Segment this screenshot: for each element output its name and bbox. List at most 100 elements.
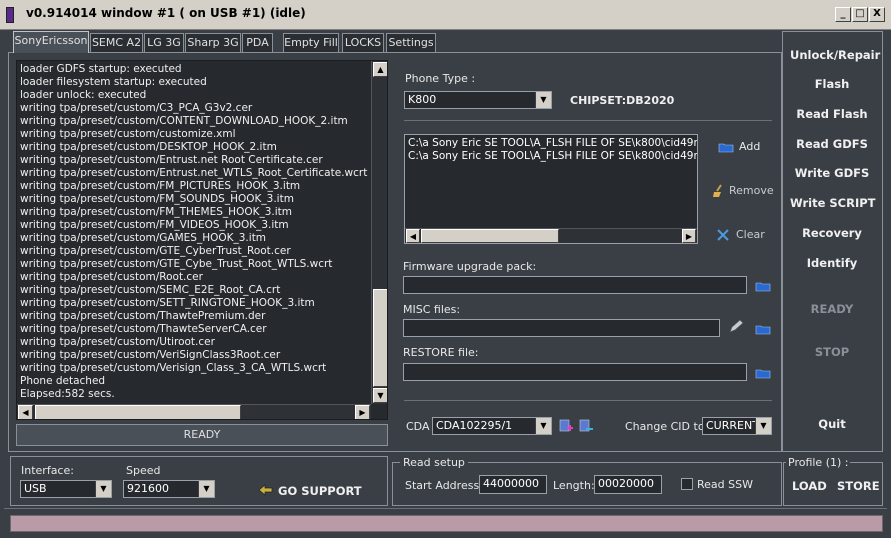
read-flash-button[interactable]: Read Flash <box>790 107 874 121</box>
write-script-button[interactable]: Write SCRIPT <box>790 196 876 210</box>
divider <box>404 400 772 401</box>
support-arrow-icon <box>258 484 273 496</box>
tab-sharp-3g[interactable]: Sharp 3G <box>185 33 241 52</box>
list-item[interactable]: C:\a Sony Eric SE TOOL\A_FLSH FILE OF SE… <box>408 137 697 149</box>
log-vscroll-thumb[interactable] <box>373 289 387 387</box>
length-input[interactable]: 00020000 <box>594 475 662 494</box>
phone-type-label: Phone Type : <box>405 72 476 85</box>
action-panel <box>782 31 883 452</box>
title-bar: v0.914014 window #1 ( on USB #1) (idle) … <box>0 0 891 30</box>
scroll-right-icon[interactable]: ▶ <box>355 405 370 419</box>
quit-button[interactable]: Quit <box>790 417 874 431</box>
chevron-down-icon[interactable]: ▼ <box>535 418 551 434</box>
chipset-label: CHIPSET:DB2020 <box>570 94 675 107</box>
log-line: writing tpa/preset/custom/GAMES_HOOK_3.i… <box>20 232 267 244</box>
speed-select[interactable]: 921600 ▼ <box>123 480 215 498</box>
cda-label: CDA <box>406 420 430 433</box>
tab-semc-a2[interactable]: SEMC A2 <box>90 33 143 52</box>
firmware-folder-icon[interactable] <box>755 280 771 292</box>
store-profile-button[interactable]: STORE <box>837 479 880 493</box>
interface-select[interactable]: USB ▼ <box>20 480 112 498</box>
flash-button[interactable]: Flash <box>790 77 874 91</box>
profile-title: Profile (1) : <box>786 456 851 469</box>
read-ssw-checkbox[interactable] <box>681 478 693 490</box>
speed-label: Speed <box>126 464 161 477</box>
change-cid-select[interactable]: CURRENT ▼ <box>702 417 772 435</box>
recovery-button[interactable]: Recovery <box>790 226 874 240</box>
read-ssw-label: Read SSW <box>697 478 753 491</box>
maximize-button[interactable]: □ <box>852 7 868 22</box>
log-line: writing tpa/preset/custom/SEMC_E2E_Root_… <box>20 284 281 296</box>
folder-open-icon <box>718 143 734 153</box>
misc-label: MISC files: <box>403 303 461 316</box>
edit-pen-icon[interactable] <box>727 319 745 335</box>
log-line: writing tpa/preset/custom/Entrust.net Ro… <box>20 154 323 166</box>
restore-folder-icon[interactable] <box>755 367 771 379</box>
log-line: writing tpa/preset/custom/FM_VIDEOS_HOOK… <box>20 219 289 231</box>
restore-label: RESTORE file: <box>403 346 479 359</box>
misc-folder-icon[interactable] <box>755 323 771 335</box>
read-gdfs-button[interactable]: Read GDFS <box>790 137 874 151</box>
firmware-label: Firmware upgrade pack: <box>403 260 537 273</box>
close-button[interactable]: X <box>869 7 885 22</box>
log-line: writing tpa/preset/custom/Entrust.net_WT… <box>20 167 368 179</box>
log-line: writing tpa/preset/custom/customize.xml <box>20 128 236 140</box>
write-gdfs-button[interactable]: Write GDFS <box>790 166 874 180</box>
tab-empty-fill[interactable]: Empty Fill <box>283 33 339 52</box>
log-line: writing tpa/preset/custom/FM_PICTURES_HO… <box>20 180 301 192</box>
log-vertical-scrollbar[interactable]: ▲ ▼ <box>371 61 387 404</box>
divider <box>4 508 887 509</box>
tab-sonyericsson[interactable]: SonyEricsson <box>13 31 89 53</box>
log-line: Phone detached <box>20 375 106 387</box>
tab-lg-3g[interactable]: LG 3G <box>144 33 184 52</box>
scroll-down-icon[interactable]: ▼ <box>373 388 387 403</box>
log-line: writing tpa/preset/custom/DESKTOP_HOOK_2… <box>20 141 277 153</box>
phone-type-select[interactable]: K800 ▼ <box>404 91 552 109</box>
unlock-repair-button[interactable]: Unlock/Repair <box>790 48 880 62</box>
scroll-left-icon[interactable]: ◀ <box>406 229 420 243</box>
chevron-down-icon[interactable]: ▼ <box>535 92 551 108</box>
log-line: loader GDFS startup: executed <box>20 63 182 75</box>
chevron-down-icon[interactable]: ▼ <box>755 418 771 434</box>
stop-button[interactable]: STOP <box>790 345 874 359</box>
length-label: Length: <box>553 479 595 492</box>
change-cid-label: Change CID to <box>625 420 705 433</box>
identify-button[interactable]: Identify <box>790 256 874 270</box>
file-list-hscroll-thumb[interactable] <box>421 229 559 243</box>
read-setup-title: Read setup <box>400 456 468 469</box>
log-line: writing tpa/preset/custom/C3_PCA_G3v2.ce… <box>20 102 253 114</box>
progress-bar <box>10 515 883 532</box>
log-horizontal-scrollbar[interactable]: ◀ ▶ <box>17 404 371 419</box>
chevron-down-icon[interactable]: ▼ <box>198 481 214 497</box>
cda-add-icon[interactable] <box>558 418 574 434</box>
scroll-left-icon[interactable]: ◀ <box>18 405 33 419</box>
misc-input[interactable] <box>403 319 720 337</box>
log-line: writing tpa/preset/custom/FM_THEMES_HOOK… <box>20 206 293 218</box>
phone-type-value: K800 <box>408 93 437 106</box>
file-list-horizontal-scrollbar[interactable]: ◀ ▶ <box>405 228 697 243</box>
go-support-label: GO SUPPORT <box>278 484 362 498</box>
tab-locks[interactable]: LOCKS <box>342 33 384 52</box>
firmware-input[interactable] <box>403 276 747 294</box>
cda-select[interactable]: CDA102295/1 ▼ <box>432 417 552 435</box>
tab-pda[interactable]: PDA <box>242 33 273 52</box>
list-item[interactable]: C:\a Sony Eric SE TOOL\A_FLSH FILE OF SE… <box>408 150 697 162</box>
app-icon <box>6 7 14 23</box>
remove-button-label: Remove <box>729 184 774 197</box>
log-status-bar: READY <box>16 424 388 446</box>
start-address-input[interactable]: 44000000 <box>479 475 547 494</box>
scroll-right-icon[interactable]: ▶ <box>682 229 696 243</box>
tab-settings[interactable]: Settings <box>386 33 436 52</box>
log-textarea[interactable]: loader GDFS startup: executed loader file… <box>16 60 388 420</box>
flash-file-list[interactable]: C:\a Sony Eric SE TOOL\A_FLSH FILE OF SE… <box>404 134 698 244</box>
load-profile-button[interactable]: LOAD <box>792 479 827 493</box>
log-hscroll-thumb[interactable] <box>35 405 241 419</box>
minimize-button[interactable]: _ <box>835 7 851 22</box>
cda-remove-icon[interactable] <box>578 418 594 434</box>
chevron-down-icon[interactable]: ▼ <box>95 481 111 497</box>
change-cid-value: CURRENT <box>706 419 759 432</box>
log-line: writing tpa/preset/custom/SETT_RINGTONE_… <box>20 297 315 309</box>
add-button-label: Add <box>739 140 761 153</box>
scroll-up-icon[interactable]: ▲ <box>373 62 387 77</box>
restore-input[interactable] <box>403 363 747 381</box>
